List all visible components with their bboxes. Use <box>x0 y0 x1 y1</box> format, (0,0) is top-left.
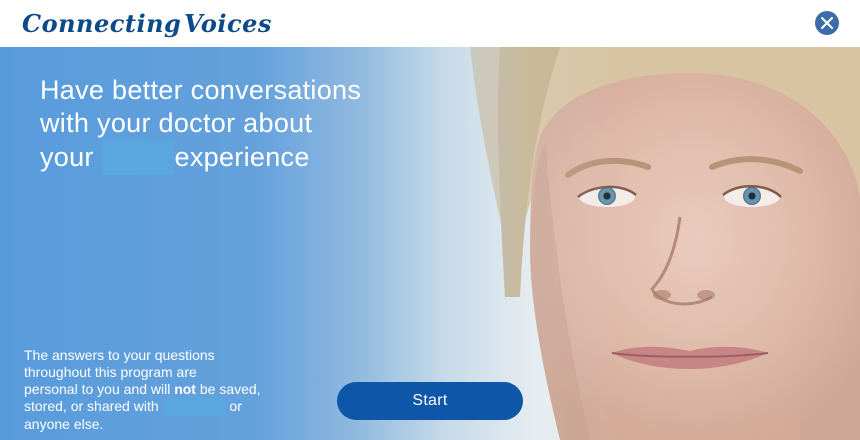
privacy-line: personal to you and will not be saved, <box>24 381 314 398</box>
hero-section: Have better conversations with your doct… <box>0 47 860 440</box>
headline-line: your experience <box>40 140 420 175</box>
privacy-text: personal to you and will <box>24 381 171 397</box>
privacy-line: The answers to your questions <box>24 347 215 363</box>
privacy-text: be saved, <box>199 381 261 397</box>
headline-text: your <box>40 142 94 172</box>
privacy-emphasis: not <box>174 381 196 397</box>
start-button[interactable]: Start <box>337 382 523 420</box>
headline-text: experience <box>174 142 310 172</box>
top-bar: Connecting Voices <box>0 0 860 47</box>
close-icon <box>821 17 833 29</box>
privacy-line: stored, or shared with or <box>24 398 314 416</box>
privacy-line: throughout this program are <box>24 364 197 380</box>
redacted-block <box>101 140 174 175</box>
close-button[interactable] <box>815 11 839 35</box>
headline-line: with your doctor about <box>40 108 313 138</box>
brand-logo-connecting: Connecting <box>22 9 182 38</box>
privacy-text: or <box>229 398 242 414</box>
privacy-line: anyone else. <box>24 416 104 432</box>
redacted-block <box>162 398 226 416</box>
privacy-notice: The answers to your questions throughout… <box>24 347 314 433</box>
headline: Have better conversations with your doct… <box>40 74 420 175</box>
brand-logo-voices: Voices <box>184 9 272 38</box>
privacy-text: stored, or shared with <box>24 398 159 414</box>
headline-line: Have better conversations <box>40 75 362 105</box>
